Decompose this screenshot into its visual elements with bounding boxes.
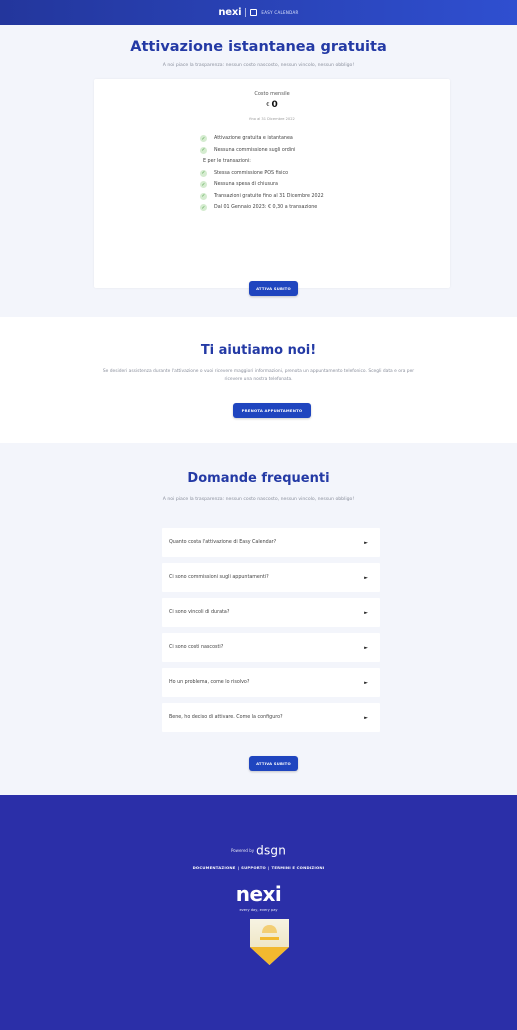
link-separator: | [237, 865, 240, 870]
help-title: Ti aiutiamo noi! [200, 343, 317, 358]
powered-by-label: Powered by [230, 848, 255, 853]
caret-right-icon: ► [364, 574, 368, 581]
check-icon: ✓ [200, 135, 207, 143]
help-section: Ti aiutiamo noi! Se desideri assistenza … [0, 317, 517, 443]
calendar-icon [250, 9, 258, 16]
nexi-logo[interactable]: nexi [218, 7, 241, 18]
caret-right-icon: ► [364, 679, 368, 686]
faq-title: Domande frequenti [187, 471, 330, 486]
footer-tagline: every day, every pay [239, 908, 278, 912]
feature-text: Stessa commissione POS fisico [214, 170, 289, 176]
security-badge-icon [250, 919, 289, 965]
cost-amount: 0 [271, 100, 278, 110]
check-icon: ✓ [200, 169, 207, 177]
feature-item: ✓ Dal 01 Gennaio 2023: € 0,30 a transazio… [200, 202, 324, 214]
faq-question: Bene, ho deciso di attivare. Come la con… [169, 715, 283, 720]
link-support[interactable]: SUPPORTO [241, 865, 266, 870]
book-appointment-button[interactable]: PRENOTA APPUNTAMENTO [233, 403, 311, 418]
activation-section: Attivazione istantanea gratuita A noi pi… [0, 25, 517, 317]
faq-section: Domande frequenti A noi piace la traspar… [0, 443, 517, 795]
activation-title: Attivazione istantanea gratuita [130, 39, 387, 55]
cost-label: Costo mensile [254, 91, 290, 97]
faq-item[interactable]: Ci sono vincoli di durata? ► [162, 598, 380, 627]
faq-question: Quanto costa l'attivazione di Easy Calen… [169, 540, 277, 545]
faq-question: Ci sono commissioni sugli appuntamenti? [169, 575, 269, 580]
feature-text: Nessuna commissione sugli ordini [214, 147, 296, 153]
feature-item: ✓ Transazioni gratuite fino al 31 Dicembr… [200, 191, 324, 203]
caret-right-icon: ► [364, 714, 368, 721]
faq-subtitle: A noi piace la trasparenza: nessun costo… [162, 497, 355, 502]
activation-subtitle: A noi piace la trasparenza: nessun costo… [162, 63, 355, 68]
check-icon: ✓ [200, 204, 207, 212]
feature-item: ✓ Stessa commissione POS fisico [200, 168, 324, 180]
feature-item: ✓ Nessuna spesa di chiusura [200, 179, 324, 191]
top-bar: nexi EASY CALENDAR [0, 0, 517, 25]
feature-item: ✓ Nessuna commissione sugli ordini [200, 145, 324, 157]
dsgn-logo[interactable]: dsgn [256, 844, 286, 858]
footer-nexi-logo: nexi [235, 882, 282, 906]
faq-question: Ci sono vincoli di durata? [169, 610, 230, 615]
activate-now-button[interactable]: ATTIVA SUBITO [249, 281, 298, 296]
check-icon: ✓ [200, 181, 207, 189]
feature-text: Dal 01 Gennaio 2023: € 0,30 a transazion… [214, 205, 318, 211]
feature-text: Attivazione gratuita e istantanea [214, 136, 293, 142]
check-icon: ✓ [200, 146, 207, 154]
cost-until: fino al 31 Dicembre 2022 [249, 117, 295, 121]
faq-item[interactable]: Ho un problema, come lo risolvo? ► [162, 668, 380, 697]
caret-right-icon: ► [364, 539, 368, 546]
feature-list: ✓ Attivazione gratuita e istantanea ✓ Ness… [200, 133, 324, 214]
feature-text: E per le transazioni: [203, 159, 251, 165]
feature-text: Transazioni gratuite fino al 31 Dicembre… [214, 193, 324, 199]
link-terms[interactable]: TERMINI E CONDIZIONI [272, 865, 325, 870]
feature-heading: E per le transazioni: [200, 156, 324, 168]
caret-right-icon: ► [364, 609, 368, 616]
feature-text: Nessuna spesa di chiusura [214, 182, 278, 188]
faq-item[interactable]: Quanto costa l'attivazione di Easy Calen… [162, 528, 380, 557]
link-documentation[interactable]: DOCUMENTAZIONE [193, 865, 236, 870]
faq-question: Ho un problema, come lo risolvo? [169, 680, 250, 685]
check-icon: ✓ [200, 192, 207, 200]
faq-list: Quanto costa l'attivazione di Easy Calen… [162, 528, 380, 738]
activate-now-button[interactable]: ATTIVA SUBITO [249, 756, 298, 771]
footer: Powered by dsgn DOCUMENTAZIONE | SUPPORTO | T… [0, 795, 517, 1030]
feature-item: ✓ Attivazione gratuita e istantanea [200, 133, 324, 145]
footer-links: DOCUMENTAZIONE | SUPPORTO | TERMINI E CONDIZ… [0, 865, 517, 870]
faq-item[interactable]: Ci sono commissioni sugli appuntamenti? ► [162, 563, 380, 592]
pricing-card: Costo mensile €0 fino al 31 Dicembre 202… [94, 79, 450, 288]
divider [245, 8, 247, 17]
help-description: Se desideri assistenza durante l'attivaz… [102, 369, 415, 382]
currency-symbol: € [266, 101, 270, 108]
faq-question: Ci sono costi nascosti? [169, 645, 224, 650]
product-name: EASY CALENDAR [261, 10, 299, 15]
cost-value: €0 [94, 100, 450, 110]
link-separator: | [267, 865, 270, 870]
faq-item[interactable]: Bene, ho deciso di attivare. Come la con… [162, 703, 380, 732]
powered-by: Powered by dsgn [0, 840, 517, 859]
caret-right-icon: ► [364, 644, 368, 651]
faq-item[interactable]: Ci sono costi nascosti? ► [162, 633, 380, 662]
